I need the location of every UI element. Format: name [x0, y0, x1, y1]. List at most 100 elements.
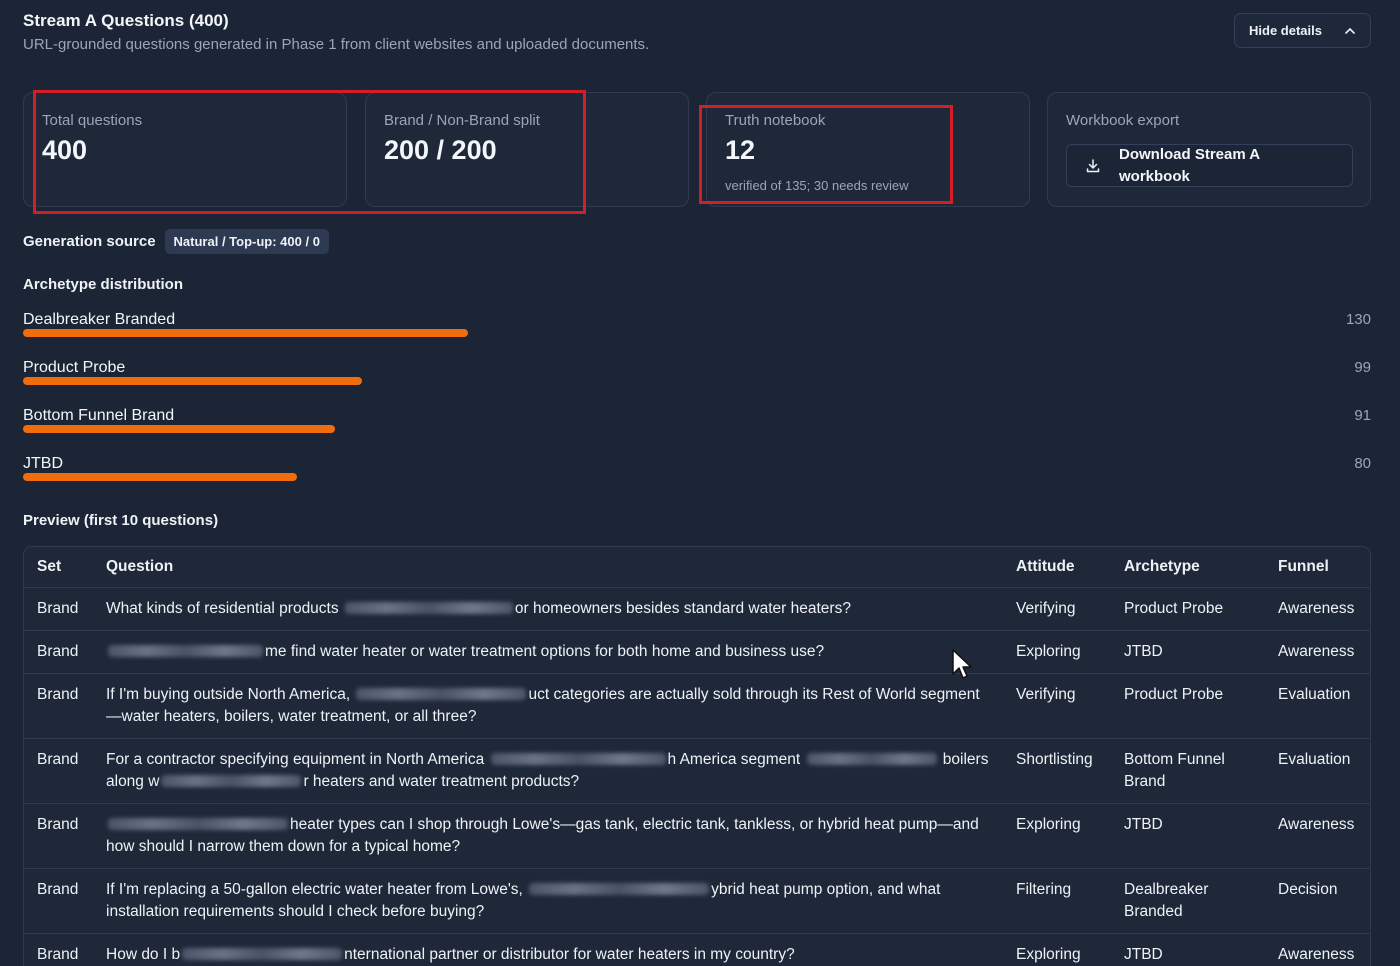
- cell-funnel: Evaluation: [1265, 673, 1370, 739]
- redacted-text: [344, 601, 513, 614]
- archetype-item: Bottom Funnel Brand 91: [23, 407, 1371, 451]
- cell-funnel: Decision: [1265, 868, 1370, 934]
- cell-attitude: Filtering: [1003, 868, 1111, 934]
- cell-set: Brand: [24, 933, 93, 966]
- archetype-name: Product Probe: [23, 359, 126, 376]
- archetype-name: Dealbreaker Branded: [23, 311, 176, 328]
- question-text-segment: r heaters and water treatment products?: [303, 772, 580, 790]
- question-text-segment: or homeowners besides standard water hea…: [514, 599, 851, 617]
- question-text-segment: How do I b: [106, 945, 181, 963]
- question-text-segment: If I'm replacing a 50-gallon electric wa…: [106, 880, 528, 898]
- download-button-label-line2: workbook: [1119, 167, 1190, 185]
- cell-set: Brand: [24, 630, 93, 674]
- mouse-cursor-icon: [952, 649, 972, 679]
- column-header-funnel: Funnel: [1265, 547, 1370, 588]
- archetype-item: Dealbreaker Branded 130: [23, 311, 1371, 355]
- question-text-segment: If I'm buying outside North America,: [106, 685, 355, 703]
- archetype-name: JTBD: [23, 455, 63, 472]
- highlight-box-left: [33, 90, 586, 214]
- generation-source-row: Generation source Natural / Top-up: 400 …: [23, 229, 329, 254]
- question-text-segment: me find water heater or water treatment …: [265, 642, 825, 660]
- cell-attitude: Shortlisting: [1003, 738, 1111, 804]
- cell-attitude: Exploring: [1003, 803, 1111, 869]
- cell-archetype: JTBD: [1111, 803, 1265, 869]
- archetype-count: 99: [1354, 359, 1371, 376]
- question-text-segment: h America segment: [667, 750, 805, 768]
- download-button-label-line1: Download Stream A: [1119, 145, 1261, 163]
- cell-archetype: Dealbreaker Branded: [1111, 868, 1265, 934]
- archetype-count: 91: [1354, 407, 1371, 424]
- redacted-text: [356, 687, 527, 700]
- cell-set: Brand: [24, 868, 93, 934]
- table-row[interactable]: Brand heater types can I shop through Low…: [24, 803, 1370, 869]
- archetype-bar: [23, 473, 297, 481]
- cell-attitude: Exploring: [1003, 933, 1111, 966]
- cell-question: For a contractor specifying equipment in…: [93, 738, 1003, 804]
- archetype-bar: [23, 329, 468, 337]
- cell-funnel: Awareness: [1265, 933, 1370, 966]
- hide-details-label: Hide details: [1249, 23, 1322, 38]
- redacted-text: [806, 752, 937, 765]
- cell-question: me find water heater or water treatment …: [93, 630, 1003, 674]
- question-text-segment: What kinds of residential products: [106, 599, 343, 617]
- archetype-bar: [23, 377, 362, 385]
- cell-funnel: Awareness: [1265, 803, 1370, 869]
- redacted-text: [490, 752, 666, 765]
- cell-funnel: Awareness: [1265, 630, 1370, 674]
- cell-set: Brand: [24, 803, 93, 869]
- cell-funnel: Awareness: [1265, 587, 1370, 631]
- column-header-archetype: Archetype: [1111, 547, 1265, 588]
- cell-archetype: Product Probe: [1111, 587, 1265, 631]
- column-header-set: Set: [24, 547, 93, 588]
- column-header-question: Question: [93, 547, 1003, 588]
- archetype-count: 80: [1354, 455, 1371, 472]
- table-row[interactable]: Brand For a contractor specifying equipme…: [24, 738, 1370, 804]
- redacted-text: [182, 947, 343, 960]
- cell-archetype: Bottom Funnel Brand: [1111, 738, 1265, 804]
- chevron-up-icon: [1345, 27, 1355, 34]
- table-row[interactable]: Brand If I'm buying outside North America…: [24, 673, 1370, 739]
- table-row[interactable]: Brand If I'm replacing a 50-gallon electr…: [24, 868, 1370, 934]
- hide-details-button[interactable]: Hide details: [1234, 13, 1371, 48]
- archetype-count: 130: [1345, 311, 1371, 328]
- cell-archetype: Product Probe: [1111, 673, 1265, 739]
- cell-set: Brand: [24, 587, 93, 631]
- redacted-text: [108, 817, 288, 830]
- generation-source-label: Generation source: [23, 233, 156, 250]
- cell-archetype: JTBD: [1111, 933, 1265, 966]
- cell-archetype: JTBD: [1111, 630, 1265, 674]
- page-subtitle: URL-grounded questions generated in Phas…: [23, 36, 650, 53]
- preview-table: Set Question Attitude Archetype Funnel B…: [23, 546, 1371, 966]
- highlight-box-truth: [699, 105, 953, 204]
- cell-set: Brand: [24, 738, 93, 804]
- redacted-text: [161, 774, 302, 787]
- cell-attitude: Exploring: [1003, 630, 1111, 674]
- column-header-attitude: Attitude: [1003, 547, 1111, 588]
- archetype-bar: [23, 425, 335, 433]
- page-title: Stream A Questions (400): [23, 11, 229, 30]
- question-text-segment: For a contractor specifying equipment in…: [106, 750, 489, 768]
- question-text-segment: nternational partner or distributor for …: [344, 945, 795, 963]
- cell-question: How do I b nternational partner or distri…: [93, 933, 1003, 966]
- archetype-distribution-title: Archetype distribution: [23, 276, 184, 293]
- table-header-row: Set Question Attitude Archetype Funnel: [24, 547, 1370, 588]
- redacted-text: [108, 644, 263, 657]
- cell-attitude: Verifying: [1003, 587, 1111, 631]
- workbook-export-label: Workbook export: [1066, 112, 1180, 129]
- table-row[interactable]: Brand What kinds of residential products …: [24, 587, 1370, 631]
- download-icon: [1086, 158, 1100, 172]
- cell-set: Brand: [24, 673, 93, 739]
- preview-title: Preview (first 10 questions): [23, 512, 219, 529]
- table-row[interactable]: Brand me find water heater or water treat…: [24, 630, 1370, 674]
- cell-question: What kinds of residential products or ho…: [93, 587, 1003, 631]
- workbook-export-card: Workbook export Download Stream A workbo…: [1047, 92, 1371, 207]
- cell-question: If I'm buying outside North America, uct…: [93, 673, 1003, 739]
- cell-question: heater types can I shop through Lowe's—g…: [93, 803, 1003, 869]
- download-workbook-button[interactable]: Download Stream A workbook: [1066, 144, 1353, 187]
- generation-source-badge: Natural / Top-up: 400 / 0: [164, 229, 329, 254]
- cell-question: If I'm replacing a 50-gallon electric wa…: [93, 868, 1003, 934]
- archetype-item: Product Probe 99: [23, 359, 1371, 403]
- archetype-name: Bottom Funnel Brand: [23, 407, 175, 424]
- table-row[interactable]: Brand How do I b nternational partner or d…: [24, 933, 1370, 966]
- redacted-text: [529, 882, 710, 895]
